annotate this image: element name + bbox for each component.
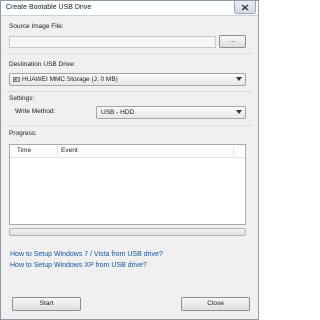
start-button[interactable]: Start <box>12 297 81 311</box>
link-setup-windows-7-vista[interactable]: How to Setup Windows 7 / Vista from USB … <box>10 251 163 258</box>
write-method-value: USB - HDD <box>101 109 135 116</box>
window-title: Create Bootable USB Drive <box>6 4 92 11</box>
column-divider <box>57 146 58 156</box>
destination-label: Destination USB Drive: <box>9 61 76 68</box>
window-close-button[interactable] <box>234 1 256 14</box>
dialog-window: Create Bootable USB Drive Source Image F… <box>0 0 259 320</box>
destination-dropdown[interactable]: HUAWEI MMC Storage (J: 0 MB) <box>9 73 246 86</box>
column-divider <box>233 146 234 156</box>
source-image-field[interactable] <box>9 36 216 48</box>
chevron-down-icon <box>236 110 242 114</box>
event-log-list[interactable]: Time Event <box>9 144 246 225</box>
source-label: Source Image File: <box>9 23 64 30</box>
close-button[interactable]: Close <box>181 297 250 311</box>
progress-label: Progress: <box>9 130 37 137</box>
write-method-dropdown[interactable]: USB - HDD <box>96 106 246 119</box>
event-log-header: Time Event <box>10 145 245 158</box>
title-bar[interactable]: Create Bootable USB Drive <box>1 1 258 16</box>
close-icon <box>241 4 249 11</box>
chevron-down-icon <box>236 77 242 81</box>
browse-button[interactable]: ... <box>219 35 246 48</box>
write-method-label: Write Method: <box>15 108 56 115</box>
progress-section: Progress: Time Event <box>7 125 252 241</box>
destination-section: Destination USB Drive: HUAWEI MMC Storag… <box>7 53 252 92</box>
link-setup-windows-xp[interactable]: How to Setup Windows XP from USB drive? <box>10 262 147 269</box>
settings-label: Settings: <box>9 95 35 102</box>
write-progress-bar <box>9 228 246 236</box>
column-event[interactable]: Event <box>61 147 78 154</box>
column-time[interactable]: Time <box>17 147 31 154</box>
source-section: Source Image File: ... <box>7 17 252 54</box>
dialog-content: Source Image File: ... Destination USB D… <box>7 17 252 315</box>
destination-value: HUAWEI MMC Storage (J: 0 MB) <box>22 76 118 83</box>
usb-drive-icon <box>13 77 20 82</box>
settings-section: Settings: Write Method: USB - HDD <box>7 91 252 126</box>
